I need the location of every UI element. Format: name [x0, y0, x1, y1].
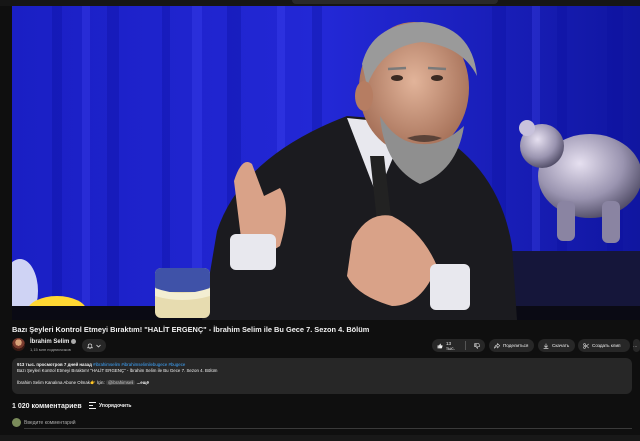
like-button[interactable]: 13 тыс. — [432, 339, 462, 352]
mug — [155, 268, 210, 318]
video-player[interactable] — [12, 6, 640, 320]
subscribe-text: İbrahim Selim Kanalına Abone Olmak👉 İçin… — [17, 380, 105, 385]
video-title: Bazı Şeyleri Kontrol Etmeyi Bıraktım! "H… — [12, 325, 370, 334]
download-icon — [543, 343, 549, 349]
like-count: 13 тыс. — [446, 340, 455, 351]
sort-icon — [89, 402, 96, 409]
description-box[interactable]: 913 тыс. просмотров 7 дней назад #ibrahi… — [12, 358, 632, 394]
like-dislike-group: 13 тыс. — [432, 339, 485, 352]
share-button[interactable]: Поделиться — [489, 339, 534, 352]
create-clip-button[interactable]: Создать клип — [578, 339, 630, 352]
search-bar[interactable] — [292, 0, 498, 4]
channel-name-label: İbrahim Selim — [30, 339, 70, 346]
next-comment-area — [0, 435, 640, 441]
comments-count: 1 020 комментариев — [12, 403, 82, 410]
thumbs-up-icon — [437, 343, 443, 349]
scissors-icon — [583, 342, 589, 349]
description-subscribe-line: İbrahim Selim Kanalına Abone Olmak👉 İçin… — [17, 380, 627, 386]
more-actions-label: … — [633, 343, 638, 348]
show-more-link[interactable]: ...ещё — [137, 380, 149, 385]
hashtags[interactable]: #ibrahimselim #ibrahimselimilebugece #bu… — [93, 362, 185, 367]
comment-input-underline — [24, 428, 632, 429]
channel-mention[interactable]: @ibrahimseli — [105, 380, 136, 385]
user-avatar — [12, 418, 21, 427]
more-actions-button[interactable]: … — [633, 339, 640, 352]
subscriber-count: 1,15 млн подписчиков — [30, 347, 71, 352]
share-icon — [494, 342, 500, 349]
dislike-button[interactable] — [469, 339, 485, 352]
views-and-date: 913 тыс. просмотров 7 дней назад — [17, 362, 92, 367]
channel-name[interactable]: İbrahim Selim — [30, 339, 77, 346]
video-frame — [12, 6, 640, 320]
channel-avatar[interactable] — [12, 338, 25, 351]
download-label: Скачать — [552, 343, 570, 348]
sort-comments-button[interactable]: Упорядочить — [89, 402, 132, 409]
chevron-down-icon — [96, 344, 101, 348]
download-button[interactable]: Скачать — [538, 339, 575, 352]
like-divider — [465, 341, 466, 350]
clip-label: Создать клип — [592, 343, 621, 348]
thumbs-down-icon — [474, 342, 480, 349]
comment-input[interactable]: Введите комментарий — [24, 420, 76, 426]
subscribed-bell-button[interactable] — [82, 339, 106, 352]
bell-icon — [87, 343, 93, 349]
verified-badge-icon — [71, 339, 77, 344]
share-label: Поделиться — [503, 343, 529, 348]
sort-label: Упорядочить — [99, 402, 132, 409]
